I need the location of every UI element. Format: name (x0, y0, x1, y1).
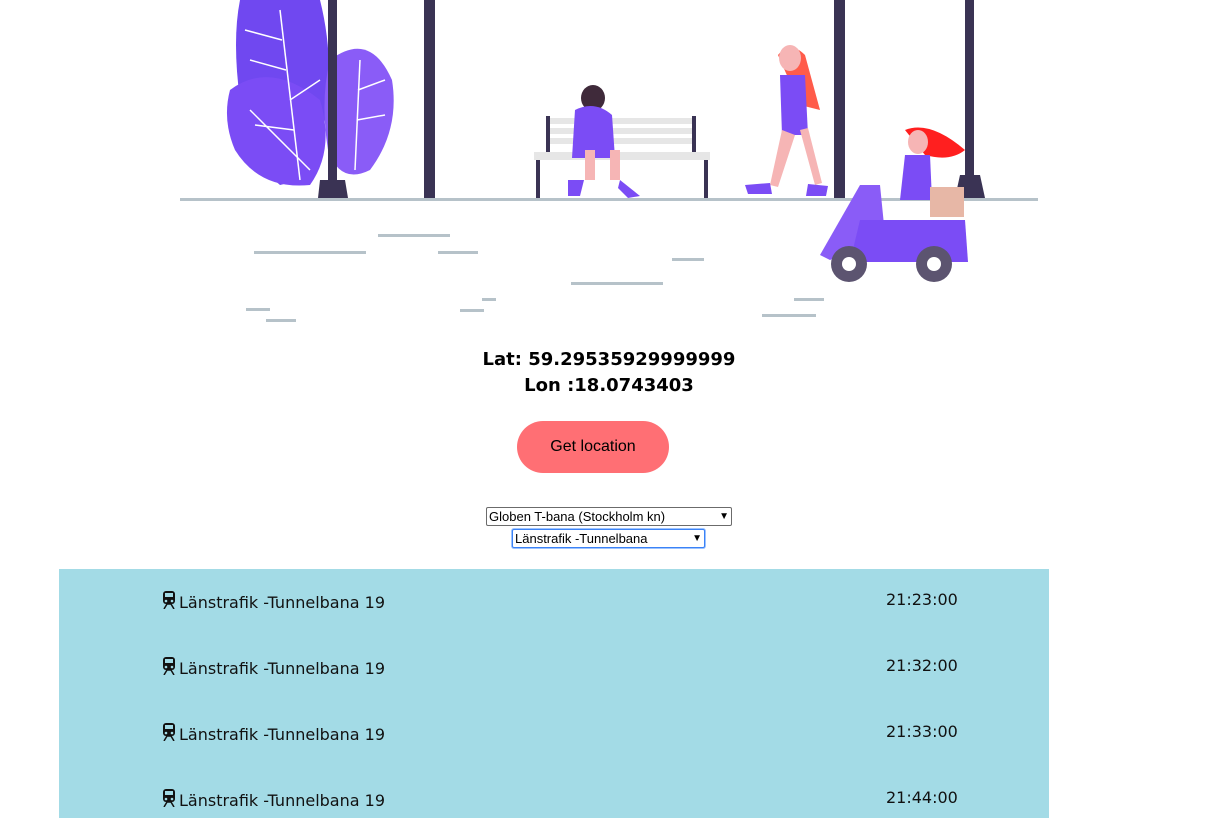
stop-select[interactable]: Globen T-bana (Stockholm kn) ▼ (486, 507, 732, 526)
departure-time: 21:32:00 (886, 656, 958, 675)
departure-line-name: Länstrafik -Tunnelbana 19 (179, 593, 385, 612)
stop-select-value: Globen T-bana (Stockholm kn) (489, 509, 666, 524)
street-illustration (180, 0, 1038, 322)
longitude-label: Lon :18.0743403 (524, 375, 694, 396)
plant-illustration (226, 0, 394, 198)
list-item[interactable]: Länstrafik -Tunnelbana 19 21:33:00 (59, 701, 1049, 767)
chevron-down-icon: ▼ (719, 511, 729, 522)
departure-time: 21:44:00 (886, 788, 958, 807)
train-icon (163, 591, 175, 609)
departure-time: 21:23:00 (886, 590, 958, 609)
train-icon (163, 657, 175, 675)
departures-list: Länstrafik -Tunnelbana 19 21:23:00 Länst… (59, 569, 1049, 818)
departure-line-name: Länstrafik -Tunnelbana 19 (179, 659, 385, 678)
list-item[interactable]: Länstrafik -Tunnelbana 19 21:44:00 (59, 767, 1049, 818)
train-icon (163, 789, 175, 807)
latitude-label: Lat: 59.29535929999999 (482, 349, 736, 370)
list-item[interactable]: Länstrafik -Tunnelbana 19 21:23:00 (59, 569, 1049, 635)
list-item[interactable]: Länstrafik -Tunnelbana 19 21:32:00 (59, 635, 1049, 701)
departure-line-name: Länstrafik -Tunnelbana 19 (179, 791, 385, 810)
line-select-value: Länstrafik -Tunnelbana (515, 531, 648, 546)
departure-time: 21:33:00 (886, 722, 958, 741)
chevron-down-icon: ▼ (692, 533, 702, 544)
line-select[interactable]: Länstrafik -Tunnelbana ▼ (512, 529, 705, 548)
train-icon (163, 723, 175, 741)
departure-line-name: Länstrafik -Tunnelbana 19 (179, 725, 385, 744)
walking-person-illustration (745, 45, 828, 196)
get-location-button[interactable]: Get location (517, 421, 669, 473)
